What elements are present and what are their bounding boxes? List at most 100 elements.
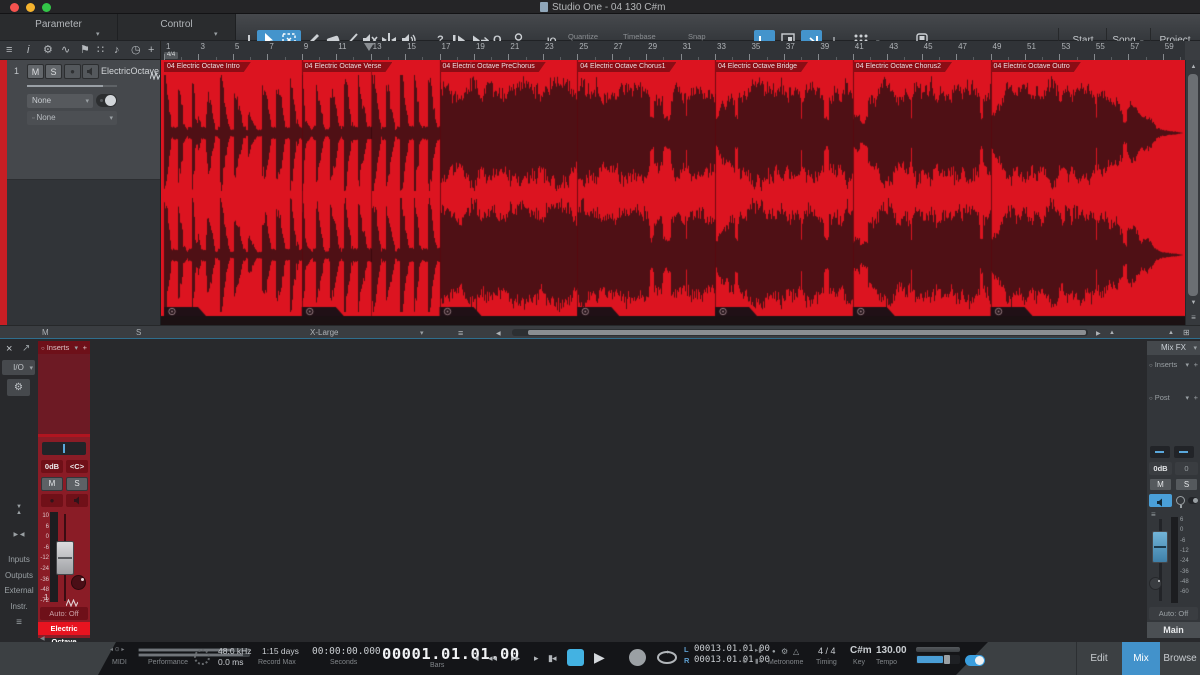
preroll-icon[interactable]: ⚙ (742, 657, 748, 665)
channel-record-button[interactable]: ● (41, 494, 63, 507)
marker-jump-icon[interactable]: ▸▮ (755, 646, 762, 654)
browse-view-button[interactable]: Browse (1160, 642, 1200, 675)
console-nav-outputs[interactable]: Outputs (0, 568, 38, 584)
vertical-scrollbar-thumb[interactable] (1188, 74, 1198, 296)
chevron-down-icon[interactable]: ▾ (1185, 395, 1189, 402)
section-label[interactable]: 04 Electric Octave Chorus1 (577, 62, 676, 72)
section-label[interactable]: 04 Electric Octave Intro (164, 62, 251, 72)
arrangement-area[interactable]: 04 Electric Octave Intro 04 Electric Octa… (160, 60, 1185, 325)
track-mute-button[interactable]: M (27, 64, 44, 79)
master-post-header[interactable]: ○ Post ▾ + (1147, 391, 1200, 406)
scroll-left-icon[interactable]: ◀ (496, 330, 501, 337)
console-nav-external[interactable]: External (0, 583, 38, 599)
console-nav-instr[interactable]: Instr. (0, 599, 38, 615)
fader-handle[interactable] (56, 541, 74, 575)
inspector-icon[interactable]: i (27, 44, 29, 57)
arrangement-canvas[interactable] (161, 60, 1186, 325)
marker-icon[interactable]: ⚑ (80, 44, 90, 57)
inserts-header[interactable]: ○ Inserts ▾ + (38, 341, 90, 354)
zoom-presets-icon[interactable]: ⊞ (1183, 328, 1190, 337)
section-label[interactable]: 04 Electric Octave Verse (302, 62, 393, 72)
track-record-arm-button[interactable]: ● (64, 64, 81, 79)
track-list-menu-icon[interactable]: ≡ (6, 44, 12, 57)
scrollbar-menu-icon[interactable]: ≡ (1186, 313, 1200, 322)
track-header[interactable]: 1 M S ● ElectricOctave None ▾ ▫ None (7, 60, 160, 180)
collapse-vertical-icon[interactable]: ▼▲ (0, 504, 38, 516)
power-icon[interactable]: ○ (1149, 363, 1153, 369)
strip-scroll-left-icon[interactable]: ◀ (40, 635, 45, 642)
mix-view-button[interactable]: Mix (1122, 642, 1160, 675)
grid-icon[interactable]: ∷ (97, 44, 104, 57)
global-mute-button[interactable]: M (42, 328, 49, 337)
performance-label[interactable]: Performance (148, 659, 188, 666)
chevron-down-icon[interactable]: ▾ (420, 330, 424, 337)
control-dropdown[interactable]: Control ▾ (118, 14, 236, 40)
metronome-icon[interactable]: △ (793, 647, 799, 656)
add-track-icon[interactable]: + (148, 44, 154, 57)
master-solo-button[interactable]: S (1175, 478, 1198, 491)
section-label[interactable]: 04 Electric Octave Bridge (715, 62, 808, 72)
autopunch-icon[interactable]: ⚐ (742, 646, 748, 654)
power-icon[interactable]: ○ (41, 346, 45, 352)
pan-value[interactable]: <C> (66, 460, 88, 473)
inserts-slot-area[interactable] (38, 354, 90, 434)
edit-view-button[interactable]: Edit (1076, 642, 1122, 675)
stop-button[interactable] (567, 649, 584, 666)
play-button[interactable]: ▶ (594, 647, 605, 668)
chevron-down-icon[interactable]: ▾ (1185, 362, 1189, 369)
master-pan-value[interactable]: 0 (1175, 462, 1198, 475)
zoom-in-icon[interactable]: ▲ (1168, 330, 1174, 336)
maximize-window-icon[interactable] (42, 3, 51, 12)
track-color-strip[interactable] (0, 60, 7, 325)
monitor-toggle[interactable] (965, 655, 985, 666)
add-insert-icon[interactable]: + (1194, 391, 1198, 404)
output-level-slider[interactable] (916, 655, 960, 664)
track-solo-button[interactable]: S (45, 64, 62, 79)
scroll-up-icon[interactable]: ▲ (1186, 64, 1200, 70)
track-monitor-button[interactable] (82, 64, 99, 79)
collapse-horizontal-icon[interactable]: ▶ ◀ (0, 531, 38, 538)
add-insert-icon[interactable]: + (1194, 358, 1198, 371)
mixfx-dropdown[interactable]: Mix FX ▾ (1147, 341, 1200, 355)
click-dot-icon[interactable]: ● (772, 649, 776, 655)
return-to-start-button[interactable]: ▮◂ (548, 650, 555, 667)
console-banks-icon[interactable]: ≡ (0, 617, 38, 628)
channel-mute-button[interactable]: M (41, 477, 63, 491)
vertical-scrollbar[interactable]: ▲ ▼ ≡ (1185, 60, 1200, 325)
loop-button[interactable] (655, 650, 679, 670)
master-inserts-header[interactable]: ○ Inserts ▾ + (1147, 358, 1200, 373)
master-volume-value[interactable]: 0dB (1149, 462, 1172, 475)
note-icon[interactable]: ♪ (114, 44, 120, 57)
parameter-dropdown[interactable]: Parameter ▾ (0, 14, 118, 40)
click-settings-icon[interactable]: ⚙ (781, 647, 788, 656)
channel-solo-button[interactable]: S (66, 477, 88, 491)
horizontal-scrollbar-thumb[interactable] (528, 330, 1086, 335)
volume-value[interactable]: 0dB (41, 460, 63, 473)
next-bar-button[interactable]: ▸ (534, 650, 539, 667)
track-volume-slider[interactable] (27, 85, 103, 87)
master-automation-mode[interactable]: Auto: Off (1149, 607, 1198, 620)
listen-bus-icon[interactable] (1176, 496, 1185, 505)
timeline-ruler[interactable]: 4/4 135791113151719212325272931333537394… (160, 41, 1185, 60)
key-value[interactable]: C#m (850, 645, 872, 656)
mono-toggle-icon[interactable] (1188, 497, 1198, 504)
list-options-icon[interactable]: ≡ (458, 328, 463, 338)
main-time-display[interactable]: 00001.01.01.00 (382, 645, 520, 663)
section-label[interactable]: 04 Electric Octave Chorus2 (853, 62, 952, 72)
pan-slider[interactable] (42, 442, 86, 455)
channel-name[interactable]: Electric Octave (38, 622, 90, 635)
rewind-button[interactable]: ◂◂ (488, 650, 497, 667)
chevron-down-icon[interactable]: ▾ (74, 345, 78, 352)
previous-bar-button[interactable]: ◂ (474, 650, 479, 667)
detach-console-icon[interactable]: ↗ (22, 343, 30, 354)
power-icon[interactable]: ○ (1149, 396, 1153, 402)
channel-settings-icon[interactable]: ⚙ (7, 379, 30, 396)
master-mute-button[interactable]: M (1149, 478, 1172, 491)
metronome-label[interactable]: Metronome (768, 659, 803, 666)
channel-monitor-button[interactable] (66, 494, 88, 507)
automation-param-dropdown[interactable]: None ▾ (27, 94, 93, 108)
automation-toggle[interactable] (96, 94, 117, 107)
add-insert-icon[interactable]: + (83, 341, 87, 354)
pan-knob[interactable] (71, 575, 86, 590)
tempo-value[interactable]: 130.00 (876, 645, 907, 656)
